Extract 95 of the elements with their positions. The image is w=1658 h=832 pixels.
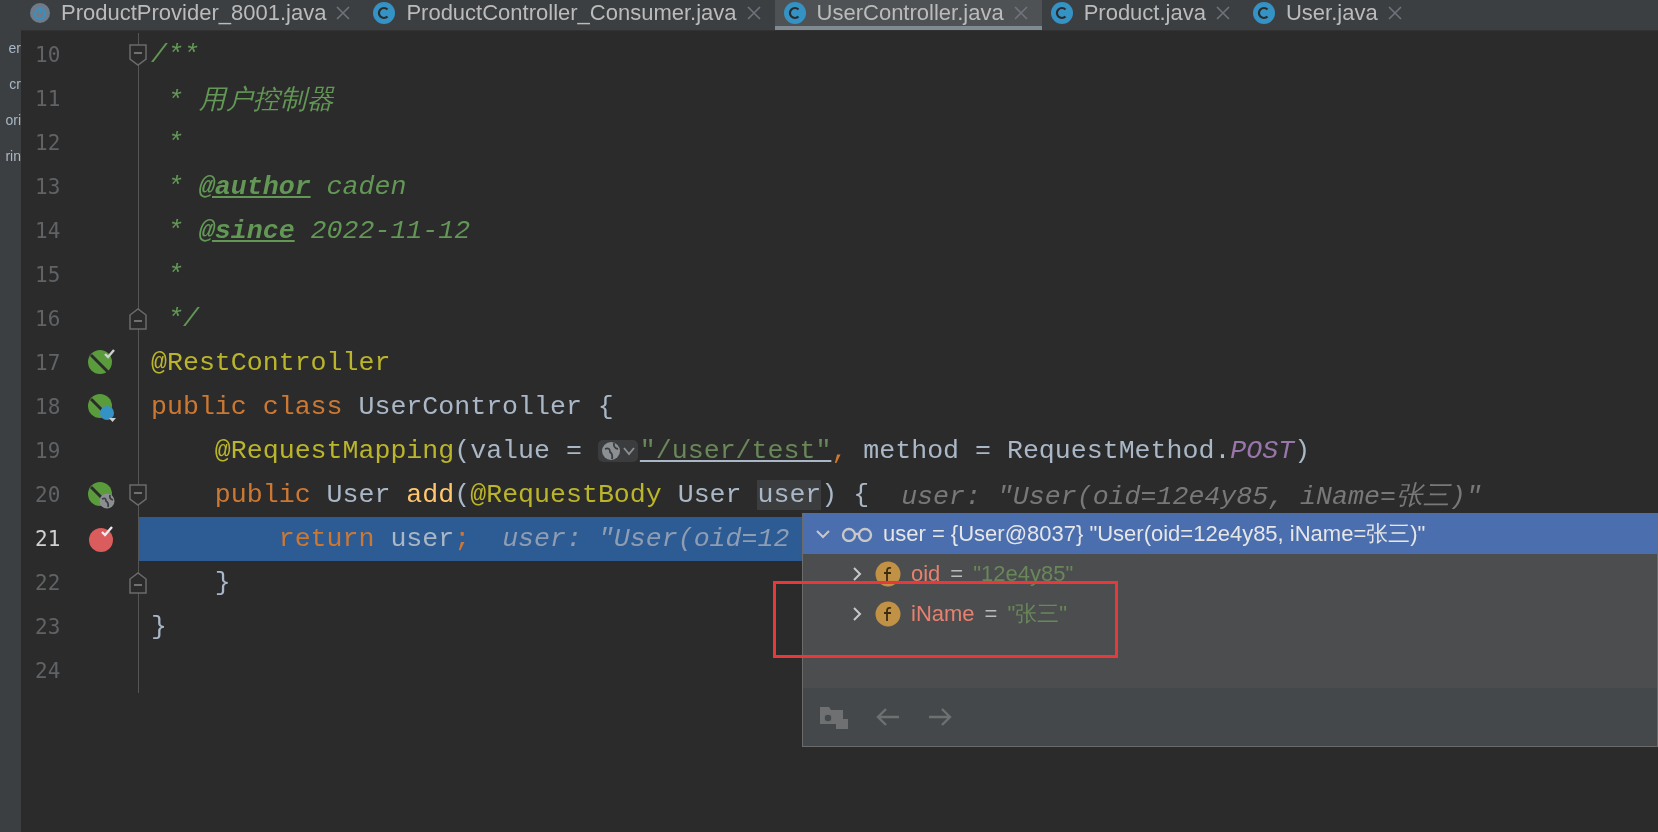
- code-keyword: ,: [831, 436, 849, 466]
- editor-tab[interactable]: UserController.java: [774, 0, 1042, 30]
- fold-icon[interactable]: [129, 44, 147, 66]
- url-globe-dropdown[interactable]: [597, 440, 638, 462]
- code-comment: * 用户控制器: [165, 84, 334, 117]
- url-string[interactable]: "/user/test": [639, 436, 832, 466]
- doc-tag: @since: [198, 216, 295, 246]
- line-number: 15: [34, 263, 62, 287]
- code-text: User: [677, 480, 743, 510]
- variable-value: user = {User@8037} "User(oid=12e4y85, iName=张三)": [883, 520, 1426, 548]
- panel-text-fragment: cr: [9, 75, 21, 94]
- code-text: UserController {: [358, 392, 614, 422]
- highlighted-identifier: user: [757, 480, 822, 510]
- code-comment: caden: [325, 172, 407, 202]
- equals-sign: =: [984, 601, 998, 627]
- line-number: 22: [34, 571, 62, 595]
- field-value: "12e4y85": [973, 561, 1074, 587]
- code-text: }: [151, 612, 167, 642]
- class-icon: [782, 1, 807, 25]
- line-number: 19: [34, 439, 62, 463]
- panel-text-fragment: ori: [5, 111, 21, 130]
- doc-tag: @author: [198, 172, 311, 202]
- line-number: 24: [34, 659, 62, 683]
- inline-value-hint: user: "User(oid=12: [502, 524, 790, 554]
- field-icon: [875, 601, 901, 627]
- line-number: 23: [34, 615, 62, 639]
- code-comment: 2022-11-12: [309, 216, 471, 246]
- bean-class-icon[interactable]: [87, 392, 117, 422]
- editor-tab[interactable]: ProductController_Consumer.java: [364, 0, 775, 30]
- code-text: user: [390, 524, 455, 554]
- inline-value-hint: user: "User(oid=12e4y85, iName=张三)": [901, 481, 1482, 513]
- code-comment: *: [165, 128, 183, 158]
- close-icon[interactable]: [746, 6, 761, 20]
- code-comment: *: [165, 172, 184, 202]
- fold-icon[interactable]: [129, 484, 147, 506]
- caret-icon: [622, 446, 635, 456]
- editor-tab[interactable]: Product.java: [1041, 0, 1244, 30]
- editor-tab[interactable]: ProductProvider_8001.java: [21, 0, 365, 30]
- code-annotation: @RequestBody: [470, 480, 663, 510]
- code-comment: /**: [151, 40, 199, 70]
- code-keyword: ;: [454, 524, 472, 554]
- folder-icon: [819, 704, 849, 730]
- line-number: 13: [34, 175, 62, 199]
- power-icon: [29, 2, 51, 24]
- line-number: 20: [34, 483, 62, 507]
- line-number: 12: [34, 131, 62, 155]
- line-number: 10: [34, 43, 62, 67]
- field-name: oid: [911, 561, 941, 587]
- fold-icon[interactable]: [129, 308, 147, 330]
- close-icon[interactable]: [1013, 6, 1028, 20]
- panel-text-fragment: rin: [5, 147, 21, 166]
- field-name: iName: [911, 601, 975, 627]
- tab-label: ProductController_Consumer.java: [406, 0, 737, 26]
- code-keyword: public: [213, 480, 312, 510]
- line-number: 21: [34, 527, 62, 551]
- code-text: ): [1294, 436, 1311, 466]
- enum-constant: POST: [1230, 436, 1295, 466]
- code-text: (value =: [454, 436, 583, 466]
- variable-tree-row[interactable]: user = {User@8037} "User(oid=12e4y85, iName=张三)": [803, 514, 1657, 554]
- close-icon[interactable]: [1387, 6, 1402, 20]
- line-number: 11: [34, 87, 62, 111]
- fold-icon[interactable]: [129, 572, 147, 594]
- tab-label: User.java: [1285, 0, 1378, 26]
- line-number: 17: [34, 351, 62, 375]
- back-arrow-icon: [875, 707, 901, 727]
- forward-arrow-icon: [927, 707, 953, 727]
- line-number: 18: [34, 395, 62, 419]
- code-text: User: [326, 480, 392, 510]
- code-comment: *: [165, 260, 183, 290]
- close-icon[interactable]: [1215, 6, 1230, 20]
- field-value: "张三": [1007, 600, 1068, 628]
- close-icon[interactable]: [336, 6, 351, 20]
- globe-icon: [600, 441, 621, 461]
- code-text: }: [213, 568, 231, 598]
- line-number: 16: [34, 307, 62, 331]
- panel-text-fragment: er: [8, 39, 21, 58]
- tab-label: Product.java: [1083, 0, 1206, 26]
- code-text: method = RequestMethod.: [863, 436, 1231, 466]
- code-annotation: @RestController: [151, 348, 391, 378]
- code-keyword: return: [277, 524, 376, 554]
- tab-label: UserController.java: [816, 0, 1004, 26]
- field-icon: [875, 561, 901, 587]
- code-comment: */: [165, 304, 199, 334]
- code-text: ) {: [821, 480, 871, 510]
- equals-sign: =: [950, 561, 964, 587]
- bean-globe-icon[interactable]: [87, 480, 117, 510]
- code-text: (: [454, 480, 471, 510]
- tab-label: ProductProvider_8001.java: [61, 0, 327, 26]
- line-number: 14: [34, 219, 62, 243]
- code-comment: *: [165, 216, 184, 246]
- editor-tab[interactable]: User.java: [1243, 0, 1416, 30]
- method-name: add: [406, 480, 455, 510]
- glasses-icon: [841, 526, 873, 542]
- code-keyword: public class: [151, 392, 344, 422]
- code-annotation: @RequestMapping: [213, 436, 455, 466]
